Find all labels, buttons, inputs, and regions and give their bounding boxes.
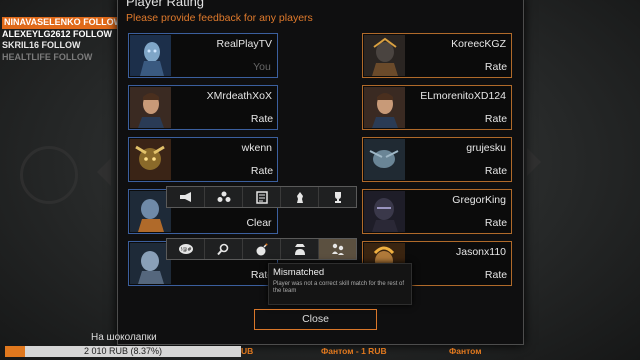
donation-goal-text: 2 010 RUB (8.37%) — [83, 346, 163, 356]
tooltip-title: Mismatched — [273, 267, 325, 278]
follow-alert: HEALTLIFE FOLLOW — [2, 51, 93, 62]
player-name: ELmorenitoXD124 — [420, 90, 506, 102]
rate-button[interactable]: Rate — [482, 59, 510, 76]
player-name: grujesku — [466, 142, 506, 154]
tactics-icon[interactable] — [243, 187, 281, 207]
player-name: Jasonx110 — [455, 246, 506, 258]
hero-portrait — [364, 139, 405, 180]
player-card-right-3: grujesku Rate — [362, 137, 512, 182]
chess-icon[interactable] — [281, 187, 319, 207]
background-logo-left — [20, 146, 78, 204]
background-arrow-left — [97, 158, 111, 186]
hero-portrait — [364, 191, 405, 232]
rate-button[interactable]: Rate — [482, 111, 510, 128]
negative-rating-bar: !@# — [166, 238, 357, 260]
hero-portrait — [130, 87, 171, 128]
rate-button[interactable]: Rate — [482, 267, 510, 284]
player-name: XMrdeathXoX — [206, 90, 272, 102]
positive-rating-bar — [166, 186, 357, 208]
player-card-right-1: KoreecKGZ Rate — [362, 33, 512, 78]
ticker-item: UB — [241, 346, 254, 356]
player-name: KoreecKGZ — [451, 38, 506, 50]
hero-portrait — [130, 191, 171, 232]
rage-icon[interactable]: !@# — [167, 239, 205, 259]
search-icon[interactable] — [205, 239, 243, 259]
follow-alert: SKRIL16 FOLLOW — [2, 40, 81, 51]
team-icon[interactable] — [205, 187, 243, 207]
anonymous-icon[interactable] — [281, 239, 319, 259]
player-name: wkenn — [241, 142, 272, 154]
hero-portrait — [364, 35, 405, 76]
player-card-right-4: GregorKing Rate — [362, 189, 512, 234]
svg-text:!@#: !@# — [180, 247, 191, 253]
player-card-left-1: RealPlayTV You — [128, 33, 278, 78]
rate-button[interactable]: Rate — [248, 163, 276, 180]
ticker-item: Фантом — [449, 346, 482, 356]
player-card-right-2: ELmorenitoXD124 Rate — [362, 85, 512, 130]
follow-alerts: NINAVASELENKO FOLLOW ALEXEYLG2612 FOLLOW… — [2, 17, 125, 63]
ticker-item: Фантом - 1 RUB — [321, 346, 387, 356]
hero-portrait — [130, 139, 171, 180]
you-label: You — [253, 61, 271, 73]
player-name: GregorKing — [452, 194, 506, 206]
clear-button[interactable]: Clear — [242, 215, 276, 232]
megaphone-icon[interactable] — [167, 187, 205, 207]
follow-alert: NINAVASELENKO FOLLOW — [2, 17, 125, 29]
donation-goal-label: На шоколапки — [91, 332, 157, 343]
trophy-icon[interactable] — [319, 187, 356, 207]
donation-goal-bar: 2 010 RUB (8.37%) — [5, 346, 241, 357]
player-name: RealPlayTV — [216, 38, 272, 50]
hero-portrait — [130, 243, 171, 284]
hero-portrait — [130, 35, 171, 76]
bomb-icon[interactable] — [243, 239, 281, 259]
close-button[interactable]: Close — [254, 309, 377, 330]
mismatch-icon[interactable] — [319, 239, 356, 259]
rate-button[interactable]: Rate — [482, 215, 510, 232]
hero-portrait — [364, 87, 405, 128]
background-arrow-right — [527, 148, 541, 176]
rate-button[interactable]: Rate — [248, 111, 276, 128]
follow-alert: ALEXEYLG2612 FOLLOW — [2, 28, 113, 39]
dialog-subtitle: Please provide feedback for any players — [126, 12, 313, 24]
rate-button[interactable]: Rate — [482, 163, 510, 180]
player-card-left-2: XMrdeathXoX Rate — [128, 85, 278, 130]
tooltip-description: Player was not a correct skill match for… — [273, 281, 405, 295]
player-card-left-3: wkenn Rate — [128, 137, 278, 182]
dialog-title: Player Rating — [126, 0, 205, 9]
tooltip: Mismatched Player was not a correct skil… — [268, 263, 412, 305]
